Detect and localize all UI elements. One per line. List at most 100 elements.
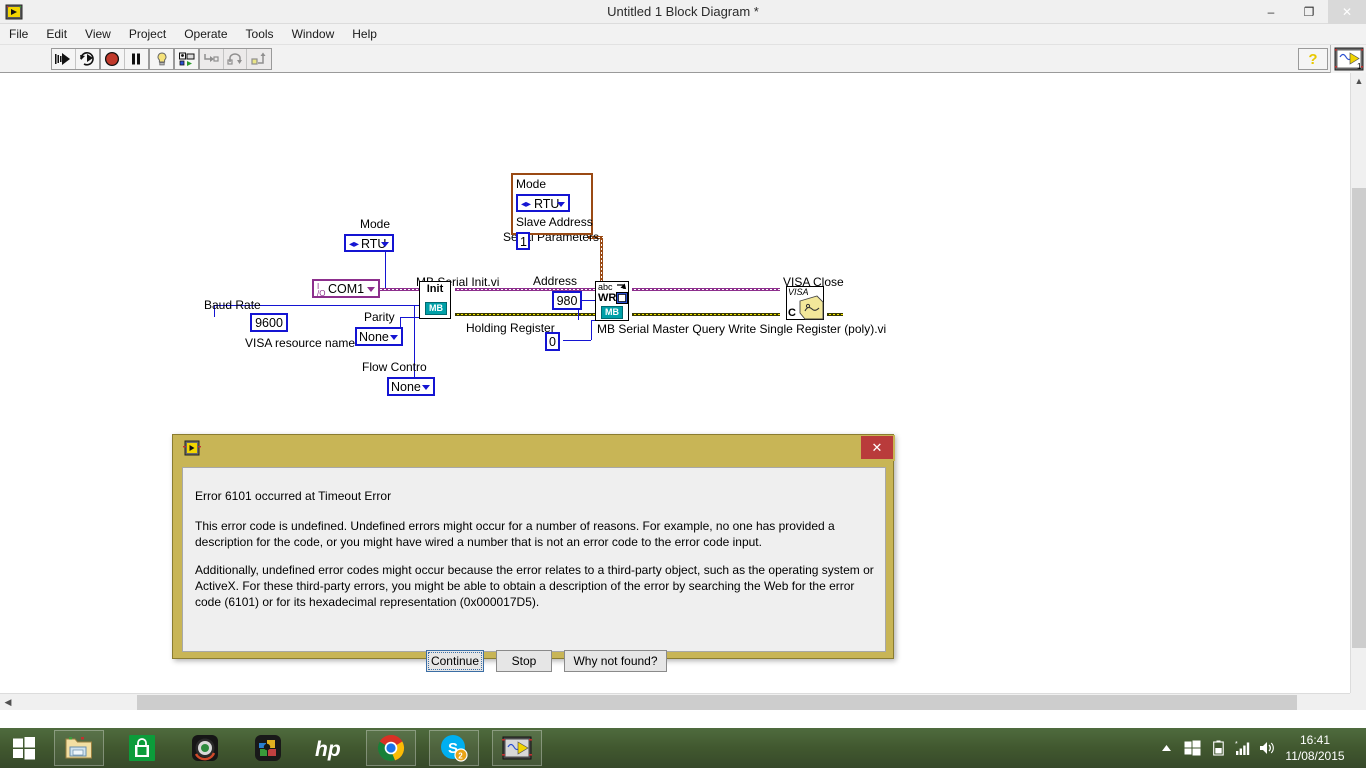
mode-label: Mode bbox=[360, 217, 391, 231]
stop-button[interactable]: Stop bbox=[496, 650, 552, 672]
vertical-scroll-thumb[interactable] bbox=[1352, 188, 1366, 648]
wire-error-init-out bbox=[455, 313, 595, 316]
taskbar-labview[interactable] bbox=[492, 730, 542, 766]
menu-item-tools[interactable]: Tools bbox=[237, 24, 283, 45]
error-dialog-titlebar: ✕ bbox=[173, 435, 895, 461]
mode-ring-control[interactable]: ◂▸ RTU bbox=[344, 234, 394, 252]
cluster-slave-address-field[interactable]: 1 bbox=[516, 232, 530, 250]
wire-error-to-close bbox=[632, 313, 780, 316]
mb-write-single-register-label: MB Serial Master Query Write Single Regi… bbox=[597, 322, 887, 336]
baud-rate-control[interactable]: 9600 bbox=[250, 313, 288, 332]
scroll-left-arrow[interactable]: ◀ bbox=[0, 694, 16, 711]
horizontal-scrollbar[interactable]: ◀ bbox=[0, 693, 1350, 710]
flow-control-value: None bbox=[391, 380, 421, 394]
parity-value: None bbox=[359, 330, 389, 344]
scroll-up-arrow[interactable]: ▲ bbox=[1351, 73, 1366, 89]
horizontal-scroll-thumb[interactable] bbox=[137, 695, 1297, 710]
page-title: Untitled 1 Block Diagram * bbox=[607, 4, 759, 19]
run-arrow-icon bbox=[55, 53, 71, 65]
visa-close-vi[interactable]: VISA C bbox=[786, 286, 824, 320]
question-mark-icon: ? bbox=[1308, 50, 1318, 68]
error-dialog[interactable]: ✕ Error 6101 occurred at Timeout Error T… bbox=[172, 434, 895, 672]
continue-button[interactable]: Continue bbox=[426, 650, 484, 672]
step-over-button[interactable] bbox=[224, 49, 248, 69]
flow-control-control[interactable]: None bbox=[387, 377, 435, 396]
tray-network-icon[interactable]: * bbox=[1234, 740, 1252, 756]
toolbar: ? 1 bbox=[0, 45, 1366, 73]
error-dialog-close-button[interactable]: ✕ bbox=[861, 436, 893, 459]
step-into-button[interactable] bbox=[200, 49, 224, 69]
vi-icon-pane[interactable]: 1 bbox=[1330, 45, 1366, 73]
clock-time: 16:41 bbox=[1299, 733, 1331, 747]
menu-item-window[interactable]: Window bbox=[283, 24, 344, 45]
toolbar-highlight-group bbox=[149, 48, 174, 70]
tray-windows-icon[interactable] bbox=[1183, 740, 1201, 756]
menu-item-operate[interactable]: Operate bbox=[175, 24, 236, 45]
toolbar-exec-group bbox=[100, 48, 149, 70]
cluster-mode-value: RTU bbox=[534, 197, 560, 211]
tray-show-hidden-icons[interactable] bbox=[1158, 740, 1174, 756]
pause-button[interactable] bbox=[125, 49, 148, 69]
labview-icon bbox=[502, 736, 532, 760]
camera-lens-icon bbox=[192, 735, 218, 761]
menu-item-edit[interactable]: Edit bbox=[37, 24, 76, 45]
taskbar-skype[interactable]: S 2 bbox=[429, 730, 479, 766]
toolbar-run-group bbox=[51, 48, 100, 70]
cluster-slave-address-label: Slave Address bbox=[516, 215, 593, 229]
menu-item-help[interactable]: Help bbox=[343, 24, 386, 45]
start-button-icon bbox=[13, 737, 35, 760]
io-icon: I/O bbox=[317, 282, 326, 298]
battery-icon bbox=[1212, 740, 1224, 756]
cluster-mode-ring[interactable]: ◂▸ RTU bbox=[516, 194, 570, 212]
menu-item-file[interactable]: File bbox=[0, 24, 37, 45]
run-continuous-icon bbox=[80, 52, 95, 66]
visa-resource-name-control[interactable]: I/O COM1 bbox=[312, 279, 380, 298]
taskbar-clock[interactable]: 16:41 11/08/2015 bbox=[1272, 732, 1358, 764]
retain-wire-values-button[interactable] bbox=[175, 49, 198, 69]
holding-register-control[interactable]: 0 bbox=[545, 332, 560, 351]
skype-icon: S 2 bbox=[441, 735, 468, 762]
parity-control[interactable]: None bbox=[355, 327, 403, 346]
taskbar-store[interactable] bbox=[117, 730, 167, 766]
tray-battery-icon[interactable] bbox=[1211, 740, 1225, 756]
register-box-icon bbox=[616, 292, 628, 304]
start-button[interactable] bbox=[0, 728, 48, 768]
serial-parameters-cluster[interactable]: Mode ◂▸ RTU Slave Address 1 bbox=[511, 173, 593, 250]
taskbar-hp[interactable]: hp bbox=[306, 730, 356, 766]
mb-badge-icon: MB bbox=[601, 306, 623, 319]
context-help-button[interactable]: ? bbox=[1299, 49, 1327, 69]
step-out-button[interactable] bbox=[247, 49, 271, 69]
vertical-scrollbar[interactable]: ▲ ▼ bbox=[1350, 73, 1366, 705]
chevron-down-icon bbox=[367, 287, 375, 292]
retain-wire-values-icon bbox=[178, 52, 194, 66]
run-continuously-button[interactable] bbox=[76, 49, 99, 69]
step-out-icon bbox=[251, 52, 266, 65]
mb-serial-init-vi[interactable]: Init MB bbox=[419, 281, 451, 319]
close-button[interactable]: ✕ bbox=[1328, 0, 1366, 24]
error-paragraph-2: Additionally, undefined error codes migh… bbox=[195, 563, 874, 609]
minimize-button[interactable]: – bbox=[1252, 0, 1290, 24]
taskbar-puzzle[interactable] bbox=[243, 730, 293, 766]
run-button[interactable] bbox=[52, 49, 76, 69]
taskbar-chrome[interactable] bbox=[366, 730, 416, 766]
taskbar-file-explorer[interactable] bbox=[54, 730, 104, 766]
maximize-button[interactable]: ❐ bbox=[1290, 0, 1328, 24]
ring-left-right-icon: ◂▸ bbox=[521, 199, 532, 210]
svg-text:*: * bbox=[1235, 741, 1238, 748]
mb-write-single-register-vi[interactable]: abc WR MB bbox=[595, 281, 629, 321]
clock-date: 11/08/2015 bbox=[1285, 749, 1345, 763]
step-into-icon bbox=[204, 54, 219, 62]
mb-badge-icon: MB bbox=[425, 302, 447, 315]
wire-mode-v bbox=[385, 251, 386, 288]
visa-close-glyph-icon bbox=[799, 295, 824, 320]
chevron-down-icon bbox=[422, 385, 430, 390]
abort-execution-button[interactable] bbox=[101, 49, 125, 69]
highlight-execution-button[interactable] bbox=[150, 49, 173, 69]
chevron-up-icon bbox=[1161, 745, 1171, 751]
menu-item-project[interactable]: Project bbox=[120, 24, 175, 45]
address-control[interactable]: 980 bbox=[552, 291, 582, 310]
menu-item-view[interactable]: View bbox=[76, 24, 120, 45]
why-not-found-button[interactable]: Why not found? bbox=[564, 650, 667, 672]
taskbar-media[interactable] bbox=[180, 730, 230, 766]
window-titlebar: Untitled 1 Block Diagram * – ❐ ✕ bbox=[0, 0, 1366, 24]
